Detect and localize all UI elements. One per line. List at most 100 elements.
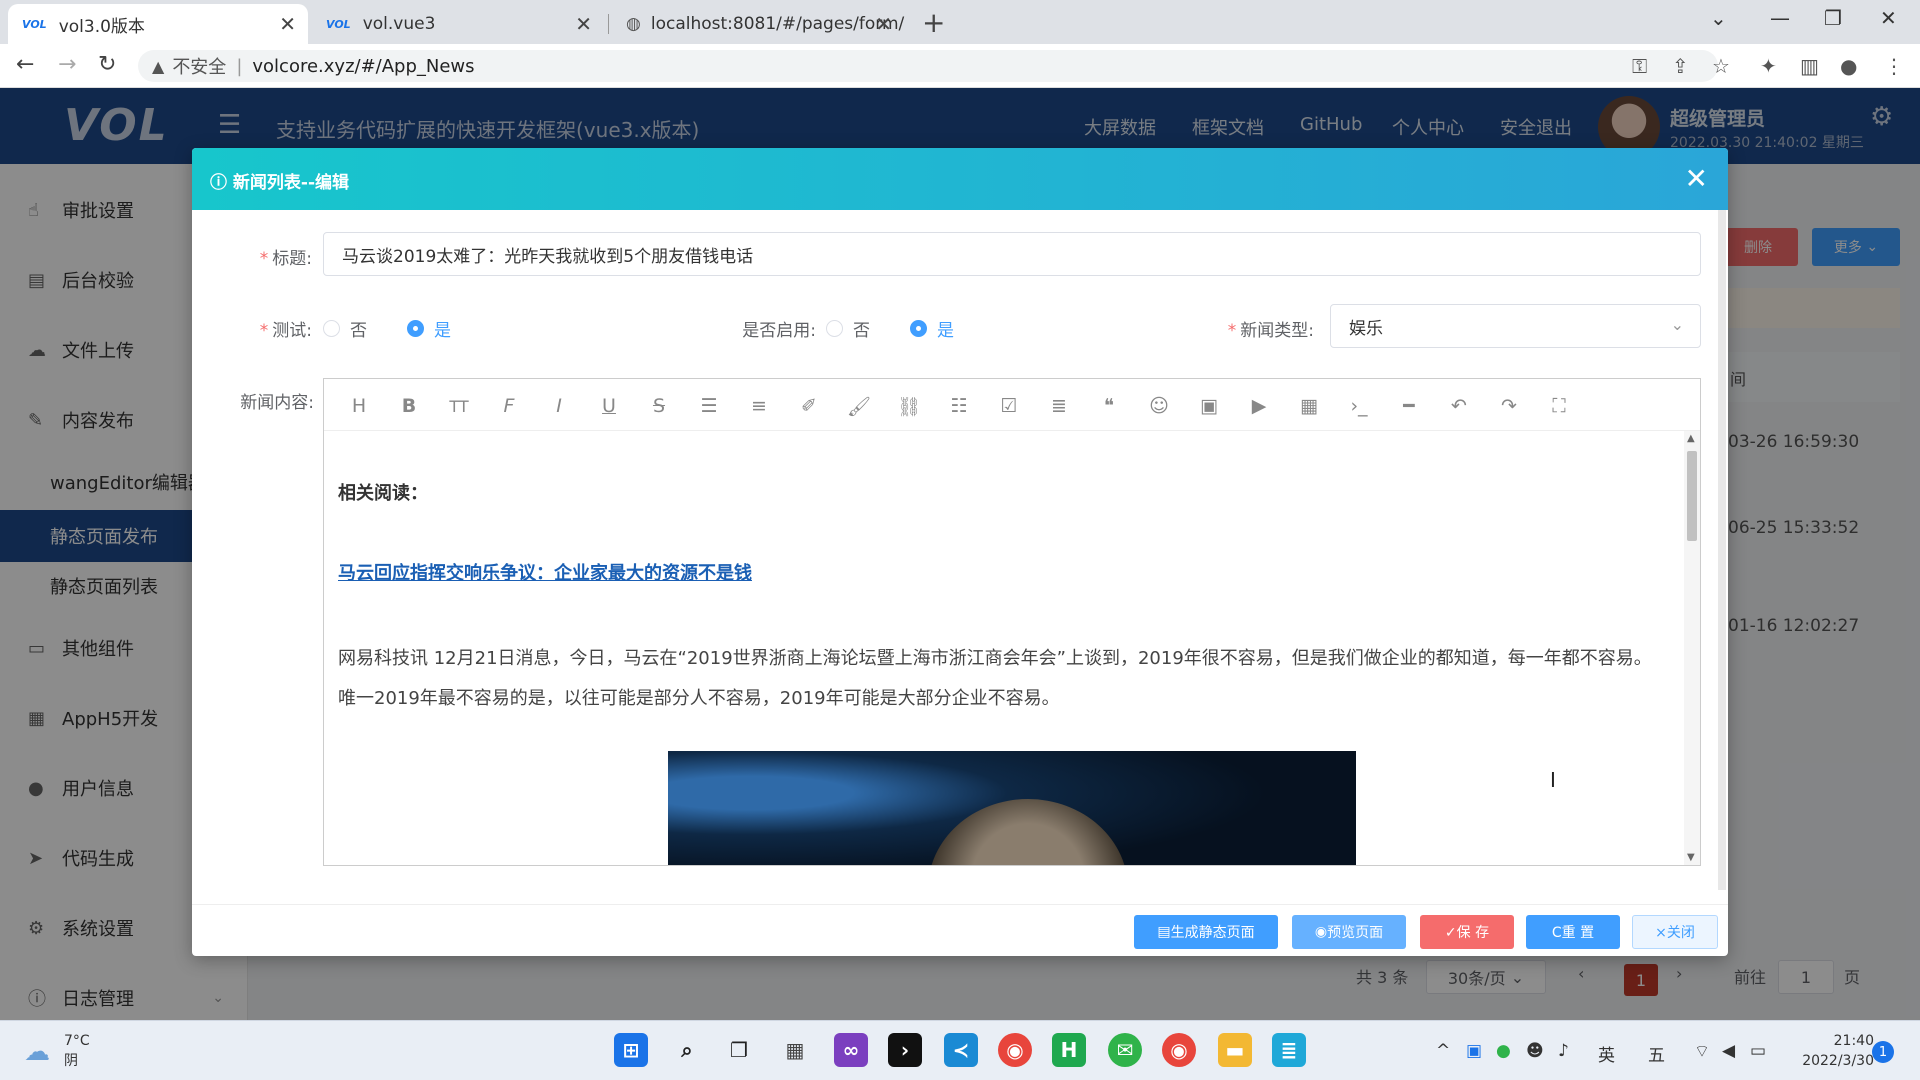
list-icon[interactable]: ☷ (944, 391, 974, 421)
news-type-select[interactable]: 娱乐 ⌄ (1330, 304, 1701, 348)
line-height-icon[interactable]: ≡ (744, 391, 774, 421)
save-button[interactable]: ✓保 存 (1420, 915, 1514, 949)
forward-icon[interactable]: → (58, 52, 76, 77)
editor-content[interactable]: 相关阅读： 马云回应指挥交响乐争议：企业家最大的资源不是钱 网易科技讯 12月2… (324, 431, 1684, 865)
font-size-icon[interactable]: TT (444, 391, 474, 421)
volume-icon[interactable]: ◀ (1722, 1041, 1735, 1061)
scroll-thumb[interactable] (1687, 451, 1697, 541)
hbuilder-icon[interactable]: H (1052, 1033, 1086, 1067)
sidepanel-icon[interactable]: ▥ (1800, 54, 1819, 78)
radio-label: 是 (434, 321, 451, 341)
qq-icon[interactable]: ☻ (1526, 1041, 1544, 1061)
video-icon[interactable]: ▶ (1244, 391, 1274, 421)
close-tab-icon[interactable]: ✕ (279, 12, 296, 36)
tray-app-icon[interactable]: ▣ (1466, 1041, 1482, 1061)
test-radio-yes[interactable]: 是 (407, 316, 451, 341)
code-icon[interactable]: ›_ (1344, 391, 1374, 421)
ime-mode[interactable]: 五 (1648, 1041, 1665, 1066)
clock-date: 2022/3/30 (1802, 1053, 1874, 1069)
generate-static-button[interactable]: ▤ 生成静态页面 (1134, 915, 1278, 949)
back-icon[interactable]: ← (16, 52, 34, 77)
extensions-icon[interactable]: ✦ (1760, 54, 1777, 78)
star-icon[interactable]: ☆ (1712, 54, 1730, 78)
dialog-scrollbar[interactable] (1718, 210, 1726, 890)
menu-icon[interactable]: ⋮ (1884, 54, 1904, 78)
notepad-icon[interactable]: ≣ (1272, 1033, 1306, 1067)
brush-icon[interactable]: 🖌 (844, 391, 874, 421)
dialog-footer: ▤ 生成静态页面 ◉ 预览页面 ✓保 存 C重 置 ×关闭 (192, 904, 1728, 956)
test-label: * 测试: (259, 321, 312, 341)
wifi-icon[interactable]: ⌔ (1694, 1041, 1710, 1062)
bold-icon[interactable]: B (394, 391, 424, 421)
font-family-icon[interactable]: F (494, 391, 524, 421)
tab-localhost[interactable]: ◍ localhost:8081/#/pages/form/ ✕ (612, 4, 904, 44)
image-icon[interactable]: ▣ (1194, 391, 1224, 421)
preview-button[interactable]: ◉ 预览页面 (1292, 915, 1406, 949)
start-icon[interactable]: ⊞ (614, 1033, 648, 1067)
restore-icon[interactable]: ❐ (1824, 6, 1842, 30)
vscode-icon[interactable]: ≺ (944, 1033, 978, 1067)
close-tab-icon[interactable]: ✕ (575, 12, 592, 36)
checkbox-icon[interactable]: ☑ (994, 391, 1024, 421)
ime-indicator[interactable]: 英 (1598, 1041, 1615, 1066)
terminal-icon[interactable]: › (888, 1033, 922, 1067)
italic-icon[interactable]: I (544, 391, 574, 421)
wechat-icon[interactable]: ✉ (1108, 1033, 1142, 1067)
enable-radio-yes[interactable]: 是 (910, 316, 954, 341)
new-tab-icon[interactable]: + (922, 6, 945, 39)
title-input[interactable]: 马云谈2019太难了：光昨天我就收到5个朋友借钱电话 (323, 232, 1701, 276)
notification-badge[interactable]: 1 (1872, 1041, 1894, 1063)
key-icon[interactable]: ⚿ (1632, 54, 1647, 78)
enable-radio-no[interactable]: 否 (826, 316, 870, 341)
close-tab-icon[interactable]: ✕ (875, 12, 892, 36)
divider-icon[interactable]: ━ (1394, 391, 1424, 421)
battery-icon[interactable]: ▭ (1750, 1041, 1766, 1061)
edit-dialog: ⓘ 新闻列表--编辑 ✕ * 标题: 马云谈2019太难了：光昨天我就收到5个朋友… (192, 148, 1728, 956)
folder-icon[interactable]: ▬ (1218, 1033, 1252, 1067)
scroll-down-icon[interactable]: ▼ (1687, 852, 1695, 863)
close-window-icon[interactable]: ✕ (1880, 6, 1897, 30)
chrome-icon[interactable]: ◉ (998, 1033, 1032, 1067)
scroll-up-icon[interactable]: ▲ (1687, 433, 1695, 444)
link-icon[interactable]: ⛓ (894, 391, 924, 421)
chevron-down-icon[interactable]: ⌄ (1710, 6, 1727, 30)
table-icon[interactable]: ▦ (1294, 391, 1324, 421)
undo-icon[interactable]: ↶ (1444, 391, 1474, 421)
quote-icon[interactable]: ❝ (1094, 391, 1124, 421)
profile-icon[interactable]: ● (1840, 54, 1857, 78)
button-label: 预览页面 (1327, 925, 1384, 941)
reset-button[interactable]: C重 置 (1526, 915, 1620, 949)
redo-icon[interactable]: ↷ (1494, 391, 1524, 421)
mic-icon[interactable]: ♪ (1558, 1041, 1569, 1061)
search-icon[interactable]: ⌕ (670, 1033, 704, 1067)
test-radio-no[interactable]: 否 (323, 316, 367, 341)
visual-studio-icon[interactable]: ∞ (834, 1033, 868, 1067)
underline-icon[interactable]: U (594, 391, 624, 421)
address-bar[interactable]: ▲ 不安全 | volcore.xyz/#/App_News (138, 50, 1718, 82)
close-button[interactable]: ×关闭 (1632, 915, 1718, 949)
pen-icon[interactable]: ✐ (794, 391, 824, 421)
fullscreen-icon[interactable]: ⛶ (1544, 391, 1574, 421)
emoji-icon[interactable]: ☺ (1144, 391, 1174, 421)
reload-icon[interactable]: ↻ (98, 52, 116, 77)
strikethrough-icon[interactable]: S (644, 391, 674, 421)
chrome-icon[interactable]: ◉ (1162, 1033, 1196, 1067)
content-link[interactable]: 马云回应指挥交响乐争议：企业家最大的资源不是钱 (338, 559, 752, 585)
weather-widget[interactable]: 7°C 阴 (64, 1031, 90, 1071)
widgets-icon[interactable]: ▦ (778, 1033, 812, 1067)
tab-vol3[interactable]: VOL vol3.0版本 ✕ (8, 4, 308, 44)
tray-app-icon[interactable]: ● (1496, 1041, 1511, 1061)
tab-vol-vue3[interactable]: VOL vol.vue3 ✕ (312, 4, 604, 44)
rich-text-editor[interactable]: H B TT F I U S ☰ ≡ ✐ 🖌 ⛓ ☷ ☑ ≣ ❝ ☺ ▣ ▶ ▦… (323, 378, 1701, 866)
editor-scrollbar[interactable]: ▲ ▼ (1684, 431, 1700, 865)
share-icon[interactable]: ⇪ (1672, 54, 1689, 78)
minimize-icon[interactable]: — (1770, 6, 1790, 30)
align-icon[interactable]: ≣ (1044, 391, 1074, 421)
close-icon[interactable]: ✕ (1685, 162, 1708, 195)
type-label-text: 新闻类型: (1240, 321, 1314, 341)
indent-icon[interactable]: ☰ (694, 391, 724, 421)
task-view-icon[interactable]: ❐ (722, 1033, 756, 1067)
clock[interactable]: 21:40 2022/3/30 (1790, 1031, 1874, 1071)
tray-chevron-icon[interactable]: ^ (1436, 1041, 1450, 1061)
heading-icon[interactable]: H (344, 391, 374, 421)
